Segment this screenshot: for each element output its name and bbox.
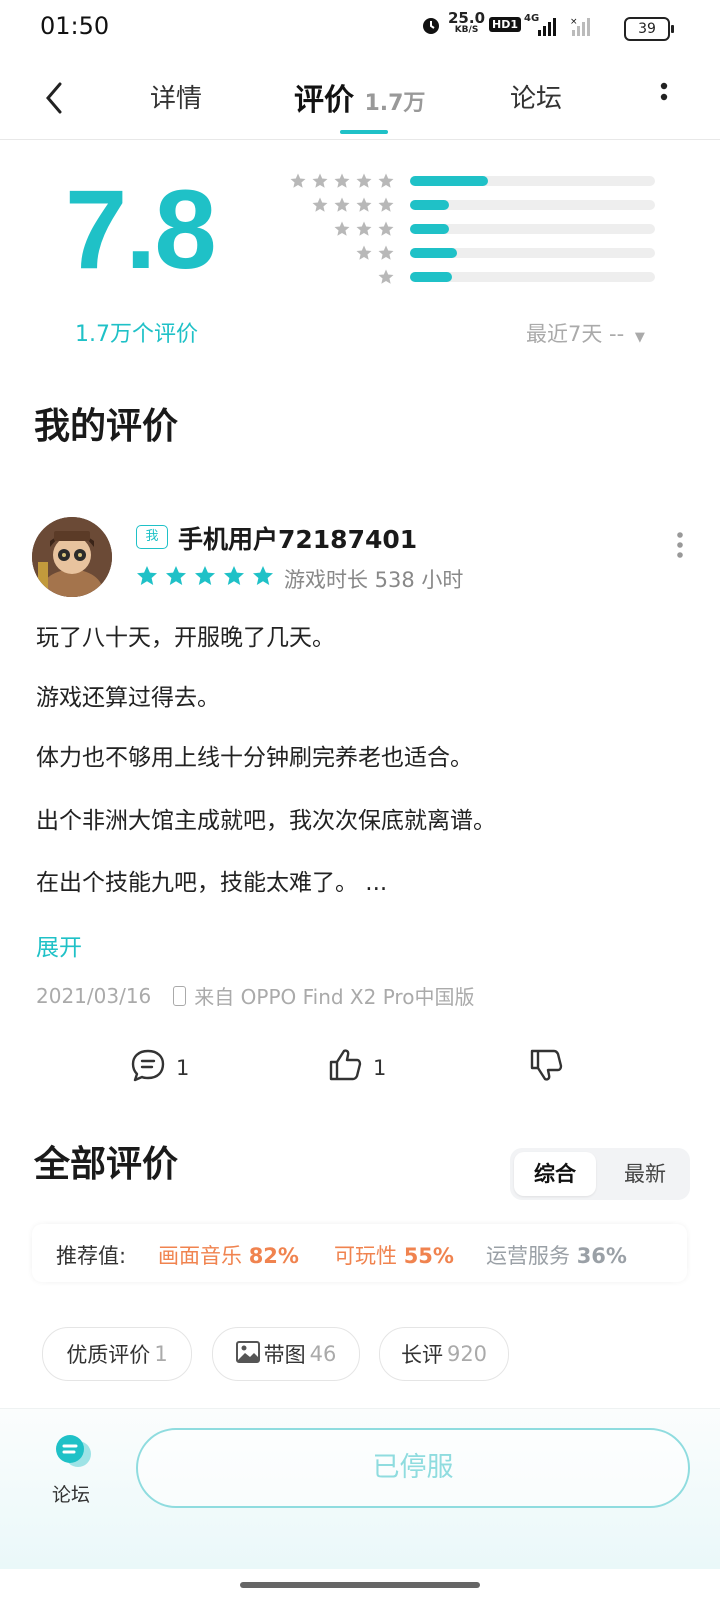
- distribution-bar-fill: [410, 224, 450, 234]
- chip-label: 长评: [400, 1343, 443, 1367]
- distribution-bar: [410, 224, 655, 234]
- distribution-stars: [265, 220, 395, 238]
- forum-label[interactable]: 论坛: [52, 1480, 90, 1507]
- chip-label: 带图: [263, 1343, 306, 1367]
- comment-count: 1: [176, 1055, 190, 1080]
- distribution-stars: [265, 244, 395, 262]
- alarm-icon: [420, 14, 442, 36]
- review-date: 2021/03/16: [36, 983, 152, 1008]
- playtime: 游戏时长 538 小时: [284, 568, 464, 592]
- distribution-bar-fill: [410, 272, 452, 282]
- chip-count: 46: [309, 1342, 337, 1366]
- hd-icon: HD1: [489, 17, 521, 32]
- recommend-item-value: 36%: [576, 1244, 627, 1268]
- distribution-bar-fill: [410, 248, 457, 258]
- recommend-item: 画面音乐 82%: [158, 1240, 299, 1270]
- battery-icon: 39: [624, 17, 674, 41]
- recommend-item-value: 55%: [403, 1244, 454, 1268]
- chip-label: 优质评价: [66, 1343, 151, 1367]
- thumbs-up-icon: [327, 1047, 363, 1088]
- recommend-item-value: 82%: [248, 1244, 299, 1268]
- recommend-item-name: 运营服务: [486, 1244, 570, 1268]
- sort-comprehensive[interactable]: 综合: [514, 1152, 596, 1196]
- review-text-line: 体力也不够用上线十分钟刷完养老也适合。: [36, 745, 473, 771]
- review-meta: 2021/03/16 来自 OPPO Find X2 Pro中国版: [36, 981, 474, 1010]
- active-tab-indicator: [340, 130, 388, 134]
- filter-chip-long[interactable]: 长评 920: [379, 1327, 509, 1381]
- recommend-item-name: 画面音乐: [158, 1244, 242, 1268]
- tab-reviews-count: 1.7万: [364, 91, 426, 116]
- sort-toggle: 综合 最新: [510, 1148, 690, 1200]
- network-type: 4G: [524, 13, 540, 24]
- distribution-bar: [410, 176, 655, 186]
- status-time: 01:50: [40, 12, 110, 40]
- filter-chip-with-image[interactable]: 带图 46: [212, 1327, 360, 1381]
- tab-reviews-label: 评价: [294, 83, 354, 118]
- distribution-bar-fill: [410, 176, 489, 186]
- distribution-bar: [410, 200, 655, 210]
- network-speed: 25.0 KB/S: [448, 9, 486, 36]
- distribution-bar-fill: [410, 200, 450, 210]
- recommend-item-name: 可玩性: [334, 1244, 397, 1268]
- comment-icon: [130, 1047, 166, 1088]
- chip-count: 920: [446, 1342, 488, 1366]
- rating-score: 7.8: [65, 167, 217, 292]
- back-button[interactable]: [40, 78, 70, 118]
- chevron-down-icon: ▼: [634, 330, 645, 345]
- distribution-bar: [410, 248, 655, 258]
- rating-count: 1.7万个评价: [75, 322, 198, 347]
- expand-link[interactable]: 展开: [36, 928, 82, 962]
- review-text-line: 在出个技能九吧，技能太难了。 ...: [36, 870, 388, 896]
- more-menu-icon[interactable]: [660, 80, 668, 112]
- my-review-title: 我的评价: [34, 406, 179, 447]
- username: 手机用户72187401: [178, 525, 418, 554]
- review-more-icon[interactable]: [676, 530, 684, 560]
- star-icon: [164, 564, 188, 592]
- battery-level: 39: [638, 21, 656, 37]
- forum-icon[interactable]: [53, 1432, 93, 1472]
- recommend-values: 推荐值: 画面音乐 82% 可玩性 55% 运营服务 36%: [32, 1224, 687, 1282]
- thumbs-down-icon: [528, 1047, 564, 1088]
- star-icon: [222, 564, 246, 592]
- filter-chip-quality[interactable]: 优质评价 1: [42, 1327, 192, 1381]
- recommend-item: 运营服务 36%: [486, 1240, 627, 1270]
- image-icon: [235, 1340, 260, 1368]
- chip-count: 1: [154, 1342, 168, 1366]
- period-label: 最近7天 --: [526, 322, 625, 346]
- user-rating-stars: [135, 564, 275, 592]
- star-icon: [251, 564, 275, 592]
- tab-reviews[interactable]: 评价 1.7万: [294, 75, 425, 119]
- review-text-line: 出个非洲大馆主成就吧，我次次保底就离谱。: [36, 808, 496, 834]
- signal-icon: ×: [538, 16, 598, 42]
- distribution-stars: [265, 172, 395, 190]
- all-reviews-title: 全部评价: [34, 1144, 179, 1185]
- review-text-line: 游戏还算过得去。: [36, 685, 220, 711]
- svg-text:×: ×: [570, 17, 578, 27]
- review-device: 来自 OPPO Find X2 Pro中国版: [194, 985, 475, 1009]
- sort-latest[interactable]: 最新: [604, 1152, 686, 1196]
- tab-details[interactable]: 详情: [150, 78, 202, 115]
- tab-forum[interactable]: 论坛: [510, 78, 562, 115]
- service-stopped-button[interactable]: 已停服: [136, 1428, 690, 1508]
- period-selector[interactable]: 最近7天 -- ▼: [526, 318, 645, 348]
- distribution-stars: [265, 196, 395, 214]
- review-text-line: 玩了八十天，开服晚了几天。: [36, 625, 335, 651]
- star-icon: [193, 564, 217, 592]
- phone-icon: [173, 985, 187, 1006]
- avatar[interactable]: [32, 517, 112, 597]
- recommend-label: 推荐值:: [56, 1244, 127, 1268]
- like-count: 1: [373, 1055, 387, 1080]
- home-indicator: [240, 1582, 480, 1588]
- distribution-stars: [265, 268, 395, 286]
- comment-button[interactable]: 1: [130, 1047, 189, 1088]
- star-icon: [135, 564, 159, 592]
- me-badge: 我: [136, 525, 168, 549]
- distribution-bar: [410, 272, 655, 282]
- nav-divider: [0, 139, 720, 140]
- dislike-button[interactable]: [528, 1047, 564, 1088]
- recommend-item: 可玩性 55%: [334, 1240, 454, 1270]
- like-button[interactable]: 1: [327, 1047, 386, 1088]
- net-speed-value: 25.0: [448, 9, 486, 27]
